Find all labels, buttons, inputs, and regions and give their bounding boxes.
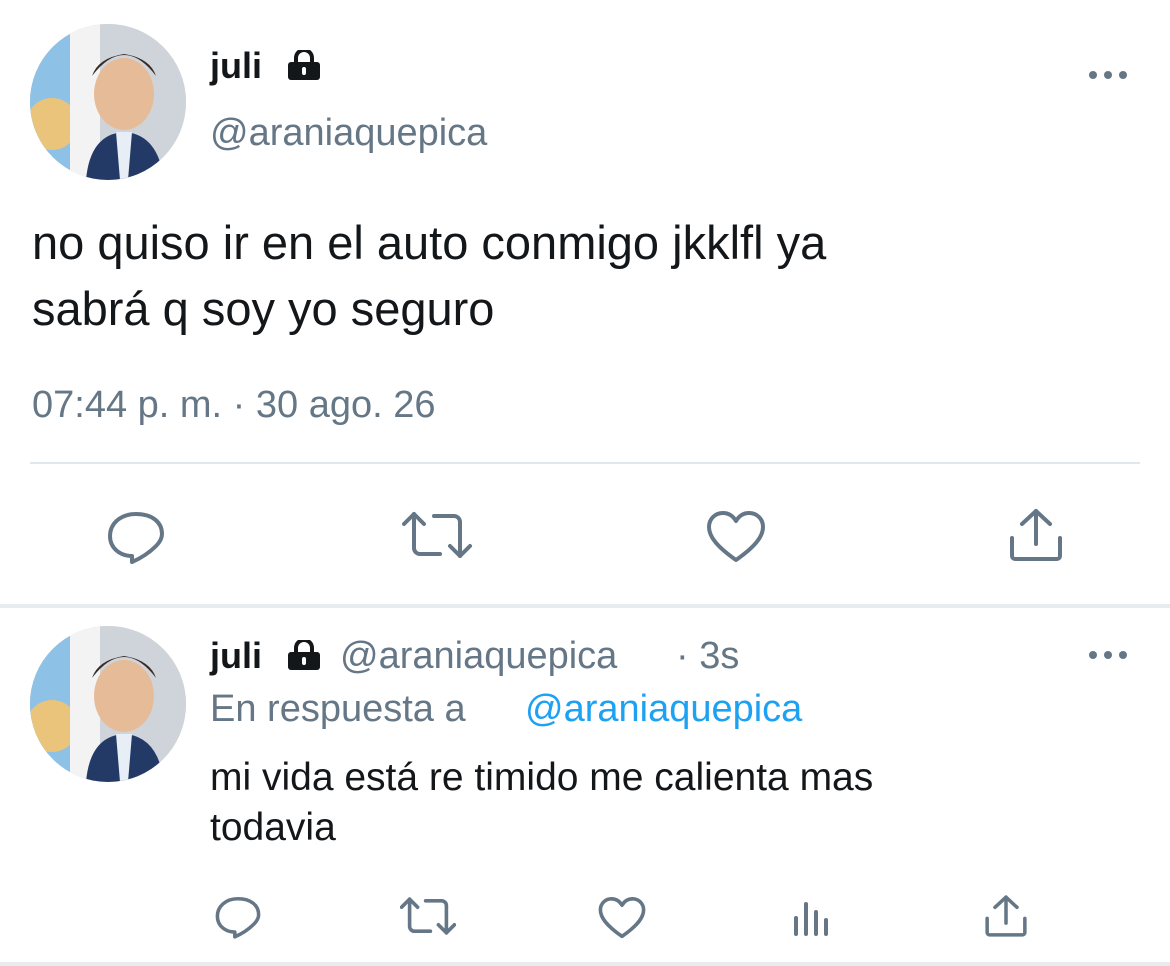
display-name[interactable]: juli bbox=[210, 634, 262, 678]
analytics-icon[interactable] bbox=[792, 898, 832, 938]
avatar-photo bbox=[30, 626, 186, 782]
tweet-text-line-1: no quiso ir en el auto conmigo jkklfl ya bbox=[32, 216, 827, 269]
lock-icon bbox=[284, 640, 324, 670]
reply-to-link[interactable]: @araniaquepica bbox=[525, 686, 802, 732]
timestamp[interactable]: 07:44 p. m. · 30 ago. 26 bbox=[32, 382, 436, 428]
lock-icon bbox=[284, 50, 324, 80]
retweet-icon[interactable] bbox=[400, 896, 456, 936]
reply-icon[interactable] bbox=[214, 894, 262, 940]
tweet-text-line-2: sabrá q soy yo seguro bbox=[32, 282, 495, 335]
like-icon[interactable] bbox=[706, 510, 766, 564]
tweet-age: · 3s bbox=[676, 635, 740, 677]
share-icon[interactable] bbox=[984, 894, 1028, 938]
display-name[interactable]: juli bbox=[210, 44, 262, 88]
reply-context-label: En respuesta a bbox=[210, 688, 466, 730]
share-icon[interactable] bbox=[1008, 508, 1064, 562]
avatar[interactable] bbox=[30, 24, 186, 180]
more-options-icon[interactable] bbox=[1089, 651, 1127, 659]
divider bbox=[30, 462, 1140, 464]
reply-icon[interactable] bbox=[106, 508, 166, 566]
tweet-text-line-1: mi vida está re timido me calienta mas bbox=[210, 756, 874, 799]
section-divider bbox=[0, 604, 1170, 608]
bottom-divider bbox=[0, 962, 1170, 966]
handle[interactable]: @araniaquepica bbox=[210, 111, 487, 155]
more-options-icon[interactable] bbox=[1089, 71, 1127, 79]
handle[interactable]: @araniaquepica bbox=[340, 634, 617, 678]
avatar[interactable] bbox=[30, 626, 186, 782]
retweet-icon[interactable] bbox=[402, 510, 472, 560]
tweet-text-line-2: todavia bbox=[210, 806, 336, 849]
avatar-photo bbox=[30, 24, 186, 180]
like-icon[interactable] bbox=[598, 896, 646, 940]
